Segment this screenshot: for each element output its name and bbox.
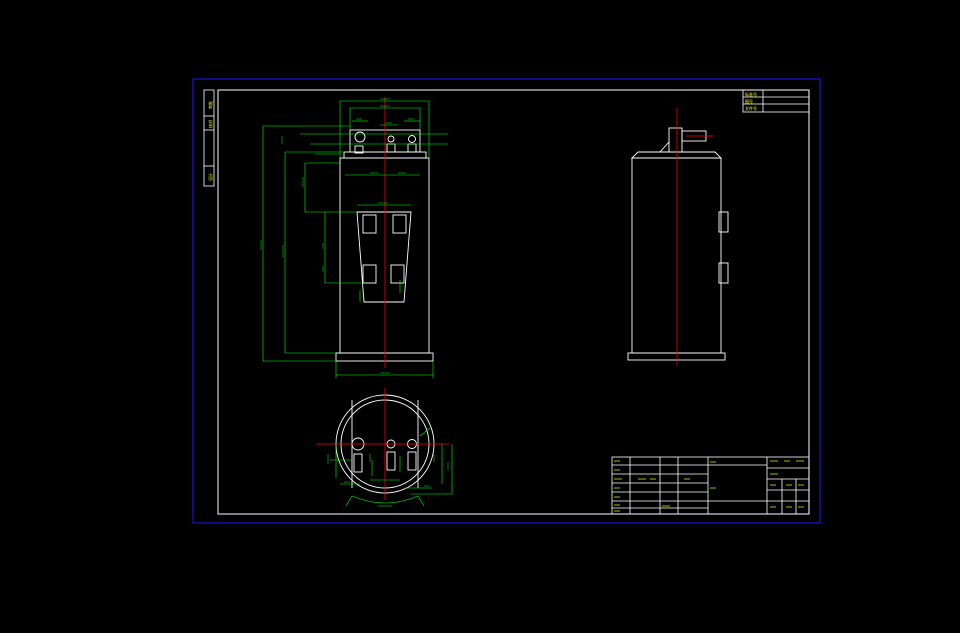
sheet-border	[192, 78, 821, 524]
cad-drawing-canvas: 审批 核对 设计 标准号 图号 文件号	[192, 78, 821, 524]
info-box-label-2: 图号	[745, 98, 753, 104]
front-view	[260, 97, 448, 378]
side-view	[627, 108, 729, 366]
title-block	[611, 456, 810, 515]
left-strip-text-1: 审批	[207, 101, 213, 109]
title-block-marks	[614, 460, 804, 512]
left-strip-text-2: 核对	[207, 120, 213, 128]
info-box-label-3: 文件号	[745, 105, 757, 111]
info-box-label-1: 标准号	[745, 91, 757, 97]
left-strip-text-3: 设计	[207, 173, 213, 181]
drawing-frame	[217, 89, 810, 515]
plan-view	[316, 388, 453, 507]
